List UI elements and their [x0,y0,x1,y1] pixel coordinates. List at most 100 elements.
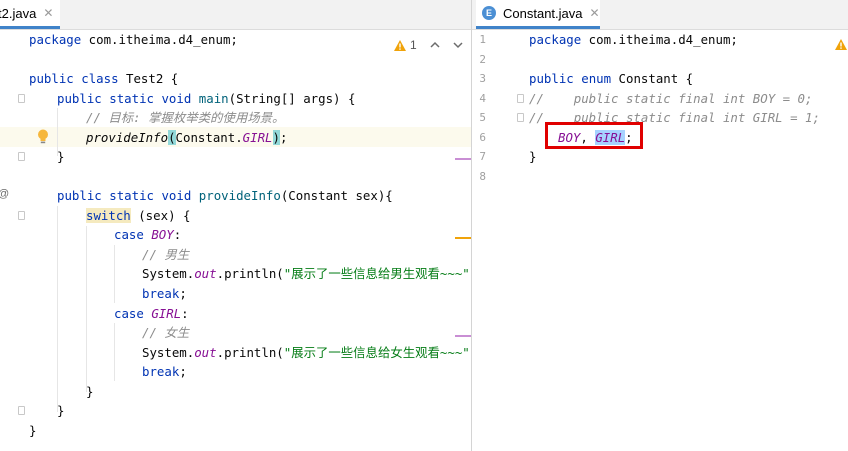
code-line: package com.itheima.d4_enum; [529,30,738,49]
string-literal: "展示了一些信息给女生观看~~~" [283,345,470,360]
code-line: System.out.println("展示了一些信息给男生观看~~~"); [142,264,471,283]
code-comment: // 女生 [142,325,190,340]
code-text: Constant. [175,130,243,145]
close-icon[interactable]: ✕ [43,6,53,20]
line-number: 1 [479,33,486,46]
code-line: } [57,149,65,164]
code-comment: // public static final int BOY = 0; [529,91,813,106]
code-line: } [86,384,94,399]
enum-constant: GIRL [151,306,182,321]
code-text: System. [142,266,195,281]
code-line: public static void provideInfo(Constant … [57,186,393,205]
fold-marker[interactable] [517,113,524,122]
code-line: break; [142,362,187,381]
keyword: break [142,286,180,301]
keyword: enum [581,71,612,86]
keyword: public [29,71,74,86]
keyword: case [114,227,144,242]
code-line: System.out.println("展示了一些信息给女生观看~~~"); [142,343,471,362]
code-line: case BOY: [114,225,181,244]
keyword: public [529,71,574,86]
indent-guide [114,245,115,303]
code-text: (sex) { [130,208,191,223]
override-gutter-icon[interactable]: @ [0,188,9,200]
code-line: break; [142,284,187,303]
code-line: } [29,423,37,438]
line-number: 7 [479,150,486,163]
keyword: static [109,91,154,106]
line-number: 2 [479,53,486,66]
code-line: provideInfo(Constant.GIRL); [86,128,287,147]
keyword: void [161,188,192,203]
method-name: provideInfo [198,188,281,203]
warning-icon[interactable] [835,39,847,50]
code-text: (String[] args) { [228,91,356,106]
code-comment: // 男生 [142,247,190,262]
code-text: Constant { [611,71,694,86]
lightbulb-icon[interactable] [37,129,49,144]
code-text: .println( [216,345,284,360]
left-editor-pane: t2.java ✕ 1 @ package c [0,0,471,451]
tab-label: Constant.java [503,5,583,21]
code-comment: // 目标: 掌握枚举类的使用场景。 [86,110,285,125]
keyword: public [57,188,102,203]
code-text: System. [142,345,195,360]
highlight-box [545,122,643,149]
paren: ( [168,130,176,145]
code-line: } [57,403,65,418]
warning-count: 1 [410,38,417,52]
keyword: package [29,32,82,47]
error-stripe-mark[interactable] [455,335,471,337]
chevron-up-icon[interactable] [430,41,440,49]
code-line: public enum Constant { [529,69,693,88]
code-line: switch (sex) { [86,206,190,225]
code-line: public static void main(String[] args) { [57,89,355,108]
keyword: public [57,91,102,106]
indent-guide [86,226,87,392]
keyword: class [81,71,119,86]
keyword: package [529,32,582,47]
chevron-down-icon[interactable] [453,41,463,49]
tab-constant-java[interactable]: E Constant.java ✕ [476,0,600,29]
paren: ) [272,130,280,145]
method-call: provideInfo [86,130,169,145]
error-stripe-mark[interactable] [455,237,471,239]
error-stripe-mark[interactable] [455,158,471,160]
code-text: .println( [216,266,284,281]
fold-marker[interactable] [18,406,25,415]
static-field: out [194,345,217,360]
keyword: switch [86,208,131,223]
code-line: case GIRL: [114,304,189,323]
code-text: ; [279,130,288,145]
method-name: main [198,91,229,106]
keyword: case [114,306,144,321]
indent-guide [114,323,115,381]
code-text: ; [179,364,187,379]
enum-constant: GIRL [242,130,273,145]
code-text: ; [179,286,187,301]
code-text: Test2 { [118,71,179,86]
fold-marker[interactable] [18,211,25,220]
right-tab-bar: E Constant.java ✕ [472,0,848,30]
keyword: break [142,364,180,379]
line-number: 3 [479,72,486,85]
code-text: com.itheima.d4_enum; [81,32,238,47]
fold-marker[interactable] [18,94,25,103]
code-line: public class Test2 { [29,69,178,88]
code-line: } [529,149,537,164]
inspection-widget[interactable]: 1 [394,37,463,53]
enum-constant: BOY [151,227,174,242]
code-text: : [173,227,182,242]
line-number: 5 [479,111,486,124]
fold-marker[interactable] [18,152,25,161]
keyword: void [161,91,192,106]
tab-test2-java[interactable]: t2.java ✕ [0,0,60,29]
line-number: 4 [479,92,486,105]
warning-icon [394,39,406,51]
string-literal: "展示了一些信息给男生观看~~~" [283,266,470,281]
enum-file-icon: E [482,6,496,20]
close-icon[interactable]: ✕ [590,6,600,20]
tab-label: t2.java [0,5,37,21]
fold-marker[interactable] [517,94,524,103]
line-number: 8 [479,170,486,183]
